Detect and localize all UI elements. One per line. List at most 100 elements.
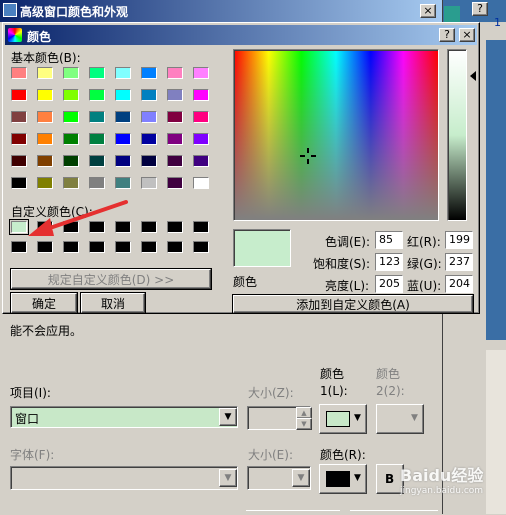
basic-color-swatch[interactable] xyxy=(63,177,79,189)
basic-color-swatch[interactable] xyxy=(167,177,183,189)
basic-color-swatch[interactable] xyxy=(141,133,157,145)
basic-color-swatch[interactable] xyxy=(63,111,79,123)
basic-color-swatch[interactable] xyxy=(115,89,131,101)
basic-color-swatch[interactable] xyxy=(11,155,27,167)
color-dialog-title: 颜色 xyxy=(27,30,52,44)
luminance-arrow-icon[interactable] xyxy=(470,71,476,81)
custom-color-swatch[interactable] xyxy=(89,241,105,253)
basic-color-swatch[interactable] xyxy=(63,89,79,101)
basic-color-swatch[interactable] xyxy=(193,177,209,189)
custom-color-swatch[interactable] xyxy=(167,221,183,233)
basic-color-swatch[interactable] xyxy=(37,155,53,167)
basic-color-swatch[interactable] xyxy=(89,89,105,101)
basic-color-swatch[interactable] xyxy=(141,67,157,79)
outer-close-button[interactable]: × xyxy=(420,4,436,18)
watermark-sub: jingyan.baidu.com xyxy=(400,486,484,496)
basic-color-swatch[interactable] xyxy=(115,133,131,145)
chevron-down-icon: ▼ xyxy=(411,413,418,423)
add-to-custom-colors-button[interactable]: 添加到自定义颜色(A) xyxy=(233,295,473,313)
custom-color-swatch[interactable] xyxy=(141,221,157,233)
basic-color-swatch[interactable] xyxy=(37,133,53,145)
color-dialog-help-button[interactable]: ? xyxy=(439,28,455,42)
blue-input[interactable]: 204 xyxy=(445,275,473,293)
size2-select[interactable]: ▼ xyxy=(247,466,311,490)
basic-color-swatch[interactable] xyxy=(167,133,183,145)
basic-color-swatch[interactable] xyxy=(11,67,27,79)
hue-input[interactable]: 85 xyxy=(375,231,403,249)
basic-color-swatch[interactable] xyxy=(193,67,209,79)
bottom-button-edge xyxy=(246,510,340,515)
custom-color-swatch[interactable] xyxy=(11,241,27,253)
basic-color-swatch[interactable] xyxy=(115,111,131,123)
lum-input[interactable]: 205 xyxy=(375,275,403,293)
define-custom-colors-button[interactable]: 规定自定义颜色(D) >> xyxy=(11,269,211,289)
basic-color-swatch[interactable] xyxy=(89,133,105,145)
watermark: Baidu经验 jingyan.baidu.com xyxy=(400,462,483,496)
custom-color-swatch[interactable] xyxy=(141,241,157,253)
item-select-value: 窗口 xyxy=(15,412,40,426)
custom-color-swatch[interactable] xyxy=(63,241,79,253)
basic-color-swatch[interactable] xyxy=(63,155,79,167)
basic-color-swatch[interactable] xyxy=(141,155,157,167)
cancel-button[interactable]: 取消 xyxy=(81,293,145,313)
size1-down-button[interactable]: ▼ xyxy=(296,418,312,430)
size1-spinner[interactable]: ▲ ▼ xyxy=(247,406,312,430)
bottom-button-edge-2 xyxy=(350,510,438,515)
color-spectrum[interactable] xyxy=(233,49,439,221)
custom-color-swatch[interactable] xyxy=(115,241,131,253)
basic-color-swatch[interactable] xyxy=(37,67,53,79)
basic-color-swatch[interactable] xyxy=(141,111,157,123)
font-color-button[interactable]: ▼ xyxy=(319,464,367,494)
item-select-arrow[interactable]: ▼ xyxy=(219,408,237,426)
green-input[interactable]: 237 xyxy=(445,253,473,271)
basic-color-swatch[interactable] xyxy=(11,177,27,189)
font-select[interactable]: ▼ xyxy=(10,466,238,490)
size2-select-arrow[interactable]: ▼ xyxy=(292,469,310,487)
basic-color-swatch[interactable] xyxy=(193,111,209,123)
red-input[interactable]: 199 xyxy=(445,231,473,249)
basic-color-swatch[interactable] xyxy=(167,155,183,167)
basic-color-swatch[interactable] xyxy=(89,111,105,123)
sat-input[interactable]: 123 xyxy=(375,253,403,271)
color-dialog-close-button[interactable]: × xyxy=(459,28,475,42)
custom-color-swatch[interactable] xyxy=(167,241,183,253)
basic-color-swatch[interactable] xyxy=(167,111,183,123)
hue-label: 色调(E): xyxy=(325,235,370,249)
basic-color-swatch[interactable] xyxy=(193,155,209,167)
basic-color-swatch[interactable] xyxy=(63,67,79,79)
item-select[interactable]: 窗口 ▼ xyxy=(10,406,238,428)
preview-label: 颜色 xyxy=(233,275,258,289)
basic-color-swatch[interactable] xyxy=(37,177,53,189)
background-help-button[interactable]: ? xyxy=(472,2,488,16)
custom-color-swatch[interactable] xyxy=(193,241,209,253)
basic-color-swatch[interactable] xyxy=(193,89,209,101)
basic-color-swatch[interactable] xyxy=(141,89,157,101)
basic-color-swatch[interactable] xyxy=(89,177,105,189)
custom-color-swatch[interactable] xyxy=(37,241,53,253)
lum-label: 亮度(L): xyxy=(325,279,370,293)
basic-color-swatch[interactable] xyxy=(89,155,105,167)
basic-color-swatch[interactable] xyxy=(37,111,53,123)
color2-button[interactable]: ▼ xyxy=(376,404,424,434)
basic-color-swatch[interactable] xyxy=(193,133,209,145)
basic-color-swatch[interactable] xyxy=(11,111,27,123)
basic-color-swatch[interactable] xyxy=(37,89,53,101)
luminance-slider[interactable] xyxy=(447,49,467,221)
advanced-appearance-titlebar: 高级窗口颜色和外观 × xyxy=(0,0,442,22)
custom-color-swatch[interactable] xyxy=(193,221,209,233)
background-panel-lower xyxy=(486,350,506,514)
blue-label: 蓝(U): xyxy=(407,279,442,293)
basic-color-swatch[interactable] xyxy=(11,133,27,145)
basic-color-swatch[interactable] xyxy=(167,67,183,79)
font-select-arrow[interactable]: ▼ xyxy=(219,469,237,487)
basic-color-swatch[interactable] xyxy=(167,89,183,101)
basic-color-swatch[interactable] xyxy=(115,177,131,189)
color1-button[interactable]: ▼ xyxy=(319,404,367,434)
basic-color-swatch[interactable] xyxy=(89,67,105,79)
basic-color-swatch[interactable] xyxy=(11,89,27,101)
basic-color-swatch[interactable] xyxy=(63,133,79,145)
basic-color-swatch[interactable] xyxy=(141,177,157,189)
basic-color-swatch[interactable] xyxy=(115,155,131,167)
basic-color-swatch[interactable] xyxy=(115,67,131,79)
ok-button[interactable]: 确定 xyxy=(11,293,77,313)
